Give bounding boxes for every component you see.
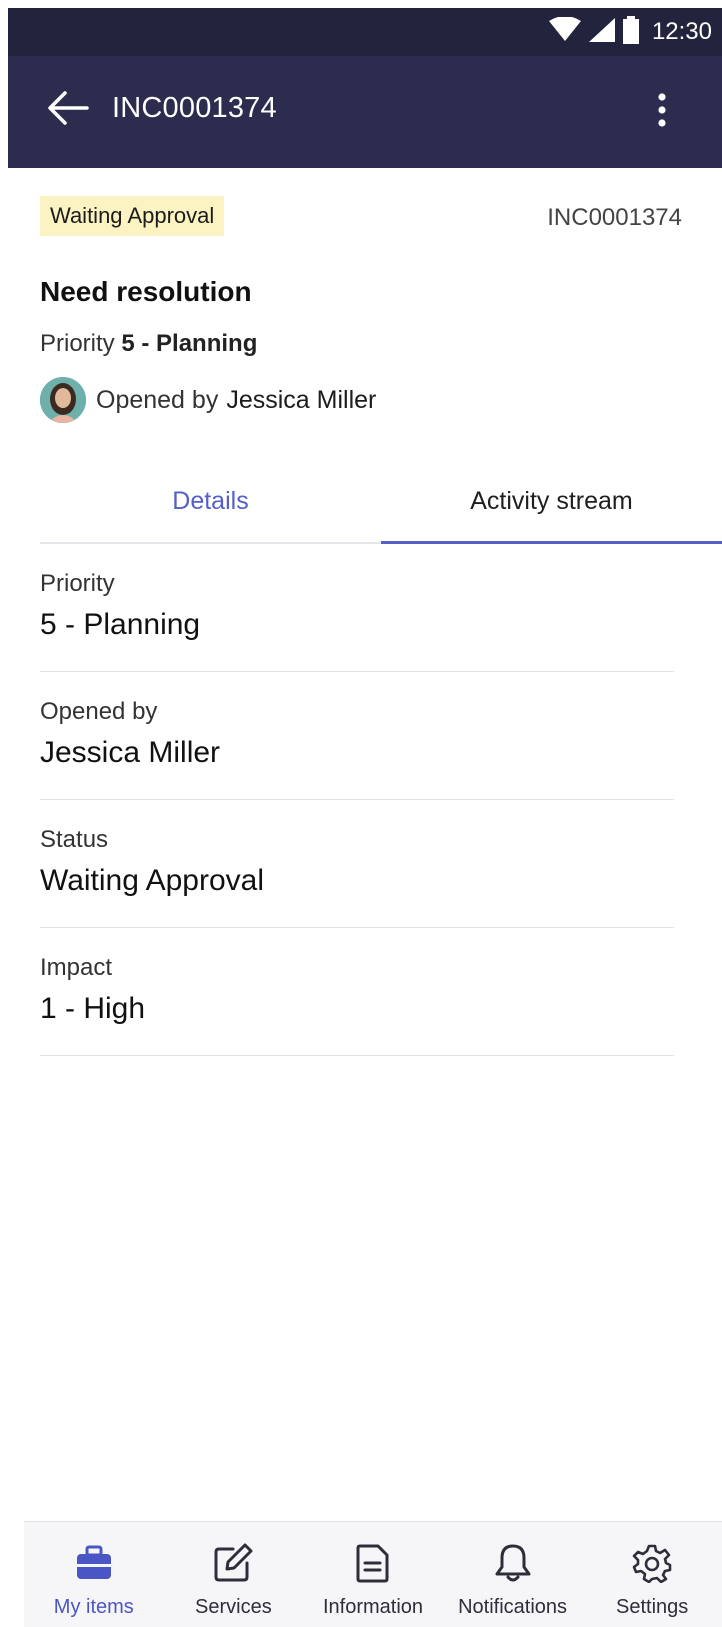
status-time: 12:30: [651, 18, 712, 45]
field-label: Opened by: [40, 698, 158, 725]
field-priority: Priority 5 - Planning: [40, 544, 674, 672]
priority-summary: Priority 5 - Planning: [40, 330, 257, 358]
nav-label: Information: [322, 1596, 424, 1618]
record-tabs: Details Activity stream: [40, 460, 722, 544]
field-value: Jessica Miller: [40, 736, 221, 769]
bell-icon: [492, 1542, 534, 1584]
priority-summary-value: 5 - Planning: [121, 330, 258, 357]
opened-by-summary-label: Opened by: [96, 385, 219, 414]
nav-label: Services: [195, 1596, 272, 1618]
signal-icon: [588, 17, 616, 48]
app-bar: INC0001374: [8, 56, 722, 168]
priority-summary-label: Priority: [40, 330, 115, 357]
field-label: Status: [40, 826, 109, 853]
more-menu-button[interactable]: [642, 86, 682, 138]
nav-item-information[interactable]: Information: [303, 1522, 443, 1627]
field-list: Priority 5 - Planning Opened by Jessica …: [40, 544, 674, 1056]
battery-icon: [622, 15, 640, 49]
briefcase-icon: [73, 1542, 115, 1584]
record-number: INC0001374: [547, 204, 682, 231]
field-impact: Impact 1 - High: [40, 928, 674, 1056]
bottom-navigation: My items Services Information Notificati…: [24, 1521, 722, 1627]
field-label: Impact: [40, 954, 113, 981]
back-button[interactable]: [42, 84, 94, 136]
field-value: 1 - High: [40, 992, 146, 1025]
field-value: Waiting Approval: [40, 864, 265, 897]
tab-details[interactable]: Details: [40, 460, 381, 542]
tab-activity-stream[interactable]: Activity stream: [381, 460, 722, 544]
field-opened-by: Opened by Jessica Miller: [40, 672, 674, 800]
status-bar: 12:30: [8, 8, 722, 56]
document-icon: [352, 1542, 394, 1584]
field-label: Priority: [40, 570, 115, 597]
nav-item-services[interactable]: Services: [164, 1522, 304, 1627]
app-bar-title: INC0001374: [112, 92, 277, 124]
more-vertical-icon: [657, 92, 667, 132]
nav-label: Notifications: [458, 1596, 568, 1618]
nav-item-settings[interactable]: Settings: [582, 1522, 722, 1627]
edit-icon: [212, 1542, 254, 1584]
gear-icon: [631, 1542, 673, 1584]
nav-item-my-items[interactable]: My items: [24, 1522, 164, 1627]
avatar: [40, 377, 86, 423]
field-status: Status Waiting Approval: [40, 800, 674, 928]
nav-label: My items: [53, 1596, 134, 1618]
arrow-left-icon: [47, 90, 89, 131]
record-short-description: Need resolution: [40, 276, 252, 307]
nav-item-notifications[interactable]: Notifications: [443, 1522, 583, 1627]
opened-by-summary: Opened by Jessica Miller: [40, 376, 376, 424]
status-badge: Waiting Approval: [40, 196, 225, 236]
app-screen: 12:30 INC0001374 Waiting Approval INC000…: [8, 8, 722, 1627]
field-value: 5 - Planning: [40, 608, 201, 641]
opened-by-summary-value: Jessica Miller: [226, 385, 377, 414]
nav-label: Settings: [616, 1596, 689, 1618]
status-icons: 12:30: [548, 8, 712, 56]
wifi-icon: [548, 15, 582, 48]
